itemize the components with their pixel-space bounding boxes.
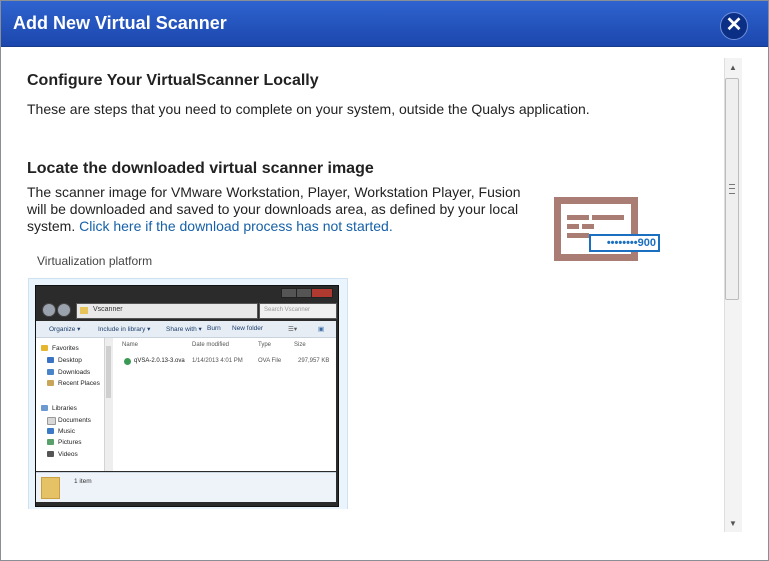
videos-icon (47, 451, 54, 457)
file-size: 297,957 KB (298, 358, 330, 364)
section-heading-configure: Configure Your VirtualScanner Locally (27, 72, 319, 89)
libraries-icon (41, 405, 48, 411)
nav-item: Favorites (52, 345, 79, 352)
documents-icon (47, 417, 56, 425)
folder-icon (41, 477, 60, 499)
search-placeholder: Search Vscanner (264, 307, 311, 313)
pictures-icon (47, 439, 54, 445)
explorer-nav-pane: Favorites Desktop Downloads Recent Place… (36, 338, 104, 471)
ova-file-icon (124, 358, 131, 365)
toolbar-burn: Burn (207, 325, 221, 332)
view-icon: ☰▾ (288, 326, 298, 333)
section-text-prefix: system. (27, 218, 80, 234)
folder-icon (80, 307, 88, 314)
section-text-configure: These are steps that you need to complet… (27, 101, 590, 117)
address-text: Vscanner (93, 306, 123, 313)
preview-pane-icon: ▣ (318, 326, 325, 333)
nav-item: Desktop (58, 357, 82, 364)
explorer-file-list: Name Date modified Type Size qVSA-2.0.13… (113, 338, 336, 471)
panel-label: Virtualization platform (37, 254, 153, 268)
section-heading-locate: Locate the downloaded virtual scanner im… (27, 160, 374, 177)
toolbar-new-folder: New folder (232, 325, 264, 332)
explorer-toolbar: Organize ▾ Include in library ▾ Share wi… (36, 321, 336, 338)
nav-item: Downloads (58, 369, 91, 376)
file-date: 1/14/2013 4:01 PM (192, 358, 243, 364)
address-bar: Vscanner (76, 303, 258, 319)
recent-icon (47, 380, 54, 386)
column-header: Date modified (192, 342, 230, 348)
section-text-line1: The scanner image for VMware Workstation… (27, 184, 521, 200)
explorer-status-bar: 1 item (36, 472, 336, 502)
section-text-line2: will be downloaded and saved to your dow… (27, 201, 519, 217)
music-icon (47, 428, 54, 434)
column-header: Type (258, 342, 272, 348)
nav-item: Videos (58, 451, 78, 458)
nav-item: Libraries (52, 405, 77, 412)
search-box: Search Vscanner (259, 303, 337, 319)
file-type: OVA File (258, 358, 282, 364)
nav-item: Recent Places (58, 380, 100, 387)
forward-icon (57, 303, 71, 317)
downloads-icon (47, 369, 54, 375)
toolbar-organize: Organize ▾ (49, 326, 81, 333)
dialog-title: Add New Virtual Scanner (13, 13, 227, 33)
column-header: Name (122, 342, 139, 348)
nav-item: Pictures (58, 439, 82, 446)
nav-item: Music (58, 428, 75, 435)
star-icon (41, 345, 48, 351)
column-header: Size (294, 342, 306, 348)
download-link[interactable]: Click here if the download process has n… (79, 218, 393, 234)
status-text: 1 item (74, 478, 92, 485)
nav-item: Documents (58, 417, 91, 424)
scroll-down-icon[interactable]: ▼ (729, 519, 737, 528)
file-name: qVSA-2.0.13-3.ova (134, 358, 185, 364)
desktop-icon (47, 357, 54, 363)
window-controls (281, 288, 333, 298)
close-icon[interactable]: ✕ (720, 12, 748, 40)
toolbar-share: Share with ▾ (166, 326, 202, 333)
section-text-line3: system. Click here if the download proce… (27, 218, 393, 235)
scroll-up-icon[interactable]: ▲ (729, 63, 737, 72)
back-icon (42, 303, 56, 317)
scrollbar-grip-icon (729, 184, 735, 194)
toolbar-include: Include in library ▾ (98, 326, 151, 333)
dialog-titlebar: Add New Virtual Scanner ✕ (1, 1, 768, 47)
password-mask-badge: ••••••••900 (589, 234, 660, 252)
